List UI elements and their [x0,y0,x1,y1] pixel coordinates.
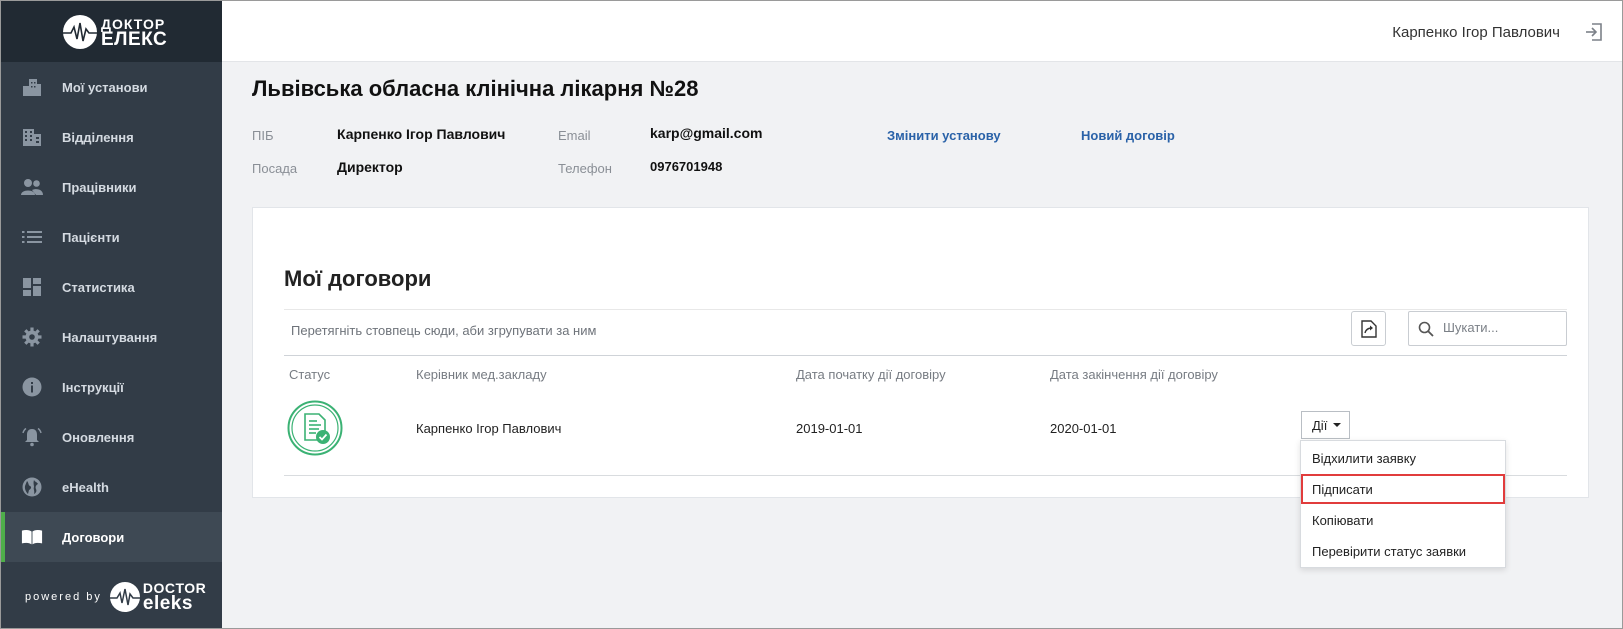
change-institution-link[interactable]: Змінити установу [887,128,1001,143]
book-icon [21,526,43,548]
cell-end-date: 2020-01-01 [1050,421,1117,436]
group-hint: Перетягніть стовпець сюди, аби згрупуват… [291,323,597,338]
search-box[interactable] [1408,311,1567,346]
building-icon [21,76,43,98]
info-icon [21,376,43,398]
pulse-logo-icon [63,15,97,49]
sidebar-item-departments[interactable]: Відділення [1,112,222,162]
sidebar-item-instructions[interactable]: Інструкції [1,362,222,412]
sidebar-item-label: Договори [62,529,125,545]
actions-menu: Відхилити заявку Підписати Копіювати Пер… [1300,440,1506,568]
phone-label: Телефон [558,161,612,176]
new-contract-link[interactable]: Новий договір [1081,128,1175,143]
sidebar-item-patients[interactable]: Пацієнти [1,212,222,262]
sidebar-nav: Мої установи Відділення Працівники Паціє… [1,62,222,562]
sidebar-item-label: Оновлення [62,429,135,445]
sidebar-item-label: Відділення [62,129,134,145]
sidebar-item-updates[interactable]: Оновлення [1,412,222,462]
cell-start-date: 2019-01-01 [796,421,863,436]
current-user-name[interactable]: Карпенко Ігор Павлович [1392,24,1560,41]
sidebar-item-label: Налаштування [62,329,158,345]
email-value: karp@gmail.com [650,125,763,141]
sidebar-item-label: Працівники [62,179,137,195]
signed-document-icon [287,400,343,461]
sidebar-item-employees[interactable]: Працівники [1,162,222,212]
powered-by-text: powered by [25,590,102,603]
menu-item-sign[interactable]: Підписати [1301,474,1505,504]
caret-down-icon [1333,423,1342,427]
column-header-end-date[interactable]: Дата закінчення дії договіру [1050,367,1218,382]
sidebar-item-label: Пацієнти [62,229,120,245]
actions-dropdown-button[interactable]: Дії [1301,411,1350,439]
sidebar-item-label: Мої установи [62,79,148,95]
sidebar-item-contracts[interactable]: Договори [1,512,222,562]
people-icon [21,176,43,198]
position-value: Директор [337,159,403,175]
list-icon [21,226,43,248]
dashboard-icon [21,276,43,298]
app-window: ДОКТОР ЕЛЕКС Мої установи Відділення Пра… [0,0,1623,629]
page-title: Львівська обласна клінічна лікарня №28 [252,76,699,101]
bell-icon [21,426,43,448]
menu-item-copy[interactable]: Копіювати [1301,505,1505,535]
logout-icon[interactable] [1584,22,1604,47]
menu-item-reject[interactable]: Відхилити заявку [1301,443,1505,473]
actions-label: Дії [1312,417,1328,433]
pib-label: ПІБ [252,128,274,143]
brand-line2: eleks [142,593,193,614]
search-icon [1418,321,1434,337]
phone-value: 0976701948 [650,159,723,174]
group-panel[interactable]: Перетягніть стовпець сюди, аби згрупуват… [284,309,1567,356]
column-header-manager[interactable]: Керівник мед.закладу [416,367,547,382]
sidebar-item-label: Статистика [62,279,135,295]
globe-icon [21,476,43,498]
sidebar-item-statistics[interactable]: Статистика [1,262,222,312]
logo-line2: ЕЛЕКС [101,29,168,50]
sidebar-item-my-institutions[interactable]: Мої установи [1,62,222,112]
pib-value: Карпенко Ігор Павлович [337,126,506,142]
column-header-start-date[interactable]: Дата початку дії договіру [796,367,946,382]
email-label: Email [558,128,591,143]
logo-area: ДОКТОР ЕЛЕКС [1,1,222,62]
position-label: Посада [252,161,298,176]
contracts-title: Мої договори [284,266,432,291]
cell-manager: Карпенко Ігор Павлович [416,421,562,436]
top-bar: Карпенко Ігор Павлович [222,1,1622,62]
sidebar-item-ehealth[interactable]: eHealth [1,462,222,512]
column-header-status[interactable]: Статус [289,367,330,382]
office-icon [21,126,43,148]
menu-item-check-status[interactable]: Перевірити статус заявки [1301,536,1505,566]
gear-icon [21,326,43,348]
powered-by-footer: powered by DOCTOR eleks [1,563,222,628]
sidebar: ДОКТОР ЕЛЕКС Мої установи Відділення Пра… [1,1,222,628]
export-button[interactable] [1351,311,1386,346]
doctor-eleks-brand: DOCTOR eleks [142,581,206,614]
sidebar-item-settings[interactable]: Налаштування [1,312,222,362]
sidebar-item-label: Інструкції [62,379,124,395]
search-input[interactable] [1443,320,1561,335]
export-icon [1360,319,1377,338]
pulse-logo-icon [105,581,144,612]
doctor-eleks-logo[interactable]: ДОКТОР ЕЛЕКС [63,15,167,49]
sidebar-item-label: eHealth [62,479,109,495]
